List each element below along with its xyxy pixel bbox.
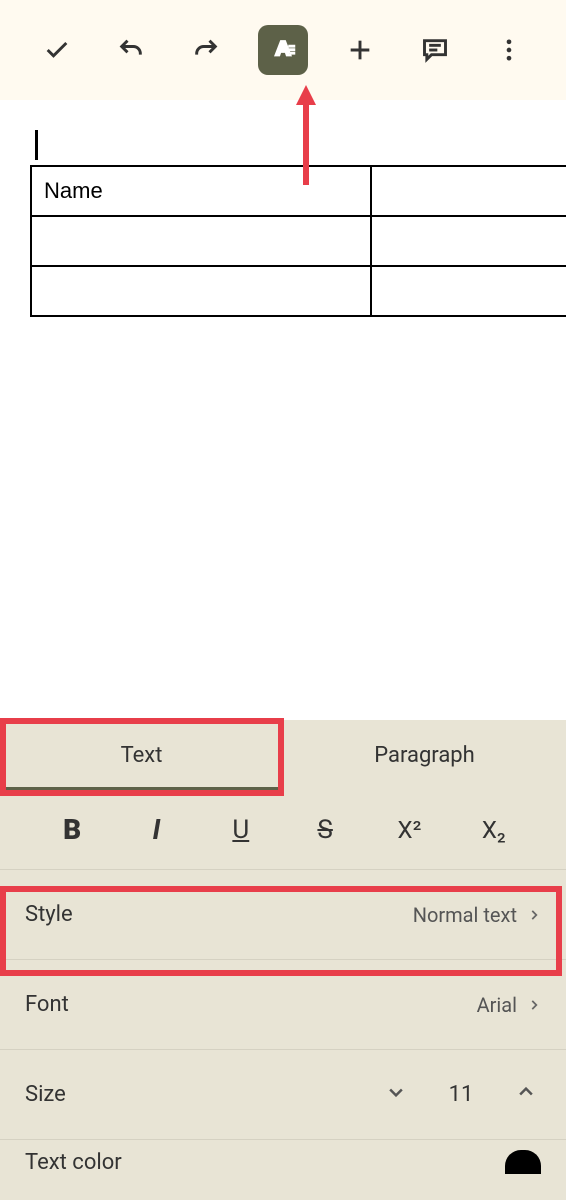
document-table[interactable]: Name	[30, 165, 566, 317]
table-cell[interactable]: Name	[31, 166, 371, 216]
size-value: 11	[446, 1082, 476, 1107]
underline-button[interactable]: U	[211, 805, 271, 855]
chevron-right-icon	[527, 998, 541, 1012]
text-format-icon	[269, 36, 297, 64]
size-row: Size 11	[0, 1050, 566, 1140]
strikethrough-button[interactable]: S	[295, 805, 355, 855]
subscript-button[interactable]: X₂	[464, 805, 524, 855]
size-controls: 11	[381, 1082, 541, 1108]
text-color-label: Text color	[25, 1150, 122, 1175]
table-cell[interactable]	[31, 266, 371, 316]
undo-button[interactable]	[109, 28, 153, 72]
format-panel: Text Paragraph B I U S X² X₂ Style Norma…	[0, 720, 566, 1200]
table-row[interactable]	[31, 216, 566, 266]
text-format-button[interactable]	[258, 25, 308, 75]
superscript-button[interactable]: X²	[379, 805, 439, 855]
italic-button[interactable]: I	[126, 805, 186, 855]
style-label: Style	[25, 902, 73, 927]
style-value-group: Normal text	[413, 903, 541, 927]
chevron-up-icon	[516, 1082, 536, 1102]
undo-icon	[117, 36, 145, 64]
redo-icon	[192, 36, 220, 64]
chevron-down-icon	[386, 1082, 406, 1102]
check-icon	[43, 36, 71, 64]
text-color-row[interactable]: Text color	[0, 1140, 566, 1184]
more-button[interactable]	[487, 28, 531, 72]
table-cell[interactable]	[371, 166, 566, 216]
tab-paragraph-label: Paragraph	[374, 743, 475, 768]
table-row[interactable]	[31, 266, 566, 316]
comment-button[interactable]	[413, 28, 457, 72]
style-value: Normal text	[413, 903, 517, 927]
tab-paragraph[interactable]: Paragraph	[283, 720, 566, 790]
table-cell[interactable]	[31, 216, 371, 266]
font-value: Arial	[477, 993, 517, 1017]
done-button[interactable]	[35, 28, 79, 72]
plus-icon	[346, 36, 374, 64]
text-style-buttons-row: B I U S X² X₂	[0, 790, 566, 870]
size-decrease-button[interactable]	[381, 1082, 411, 1108]
tab-active-indicator	[0, 787, 283, 790]
annotation-arrow	[296, 85, 316, 185]
size-increase-button[interactable]	[511, 1082, 541, 1108]
bold-button[interactable]: B	[42, 805, 102, 855]
font-row[interactable]: Font Arial	[0, 960, 566, 1050]
size-label: Size	[25, 1082, 66, 1107]
panel-tabs: Text Paragraph	[0, 720, 566, 790]
top-toolbar	[0, 0, 566, 100]
more-vertical-icon	[495, 36, 523, 64]
style-row[interactable]: Style Normal text	[0, 870, 566, 960]
tab-text-label: Text	[121, 743, 163, 768]
tab-text[interactable]: Text	[0, 720, 283, 790]
insert-button[interactable]	[338, 28, 382, 72]
table-cell[interactable]	[371, 216, 566, 266]
table-cell[interactable]	[371, 266, 566, 316]
chevron-right-icon	[527, 908, 541, 922]
color-chip	[505, 1150, 541, 1174]
document-canvas[interactable]: Name	[0, 100, 566, 317]
font-value-group: Arial	[477, 993, 541, 1017]
text-cursor	[35, 130, 38, 160]
redo-button[interactable]	[184, 28, 228, 72]
font-label: Font	[25, 992, 69, 1017]
comment-icon	[421, 36, 449, 64]
